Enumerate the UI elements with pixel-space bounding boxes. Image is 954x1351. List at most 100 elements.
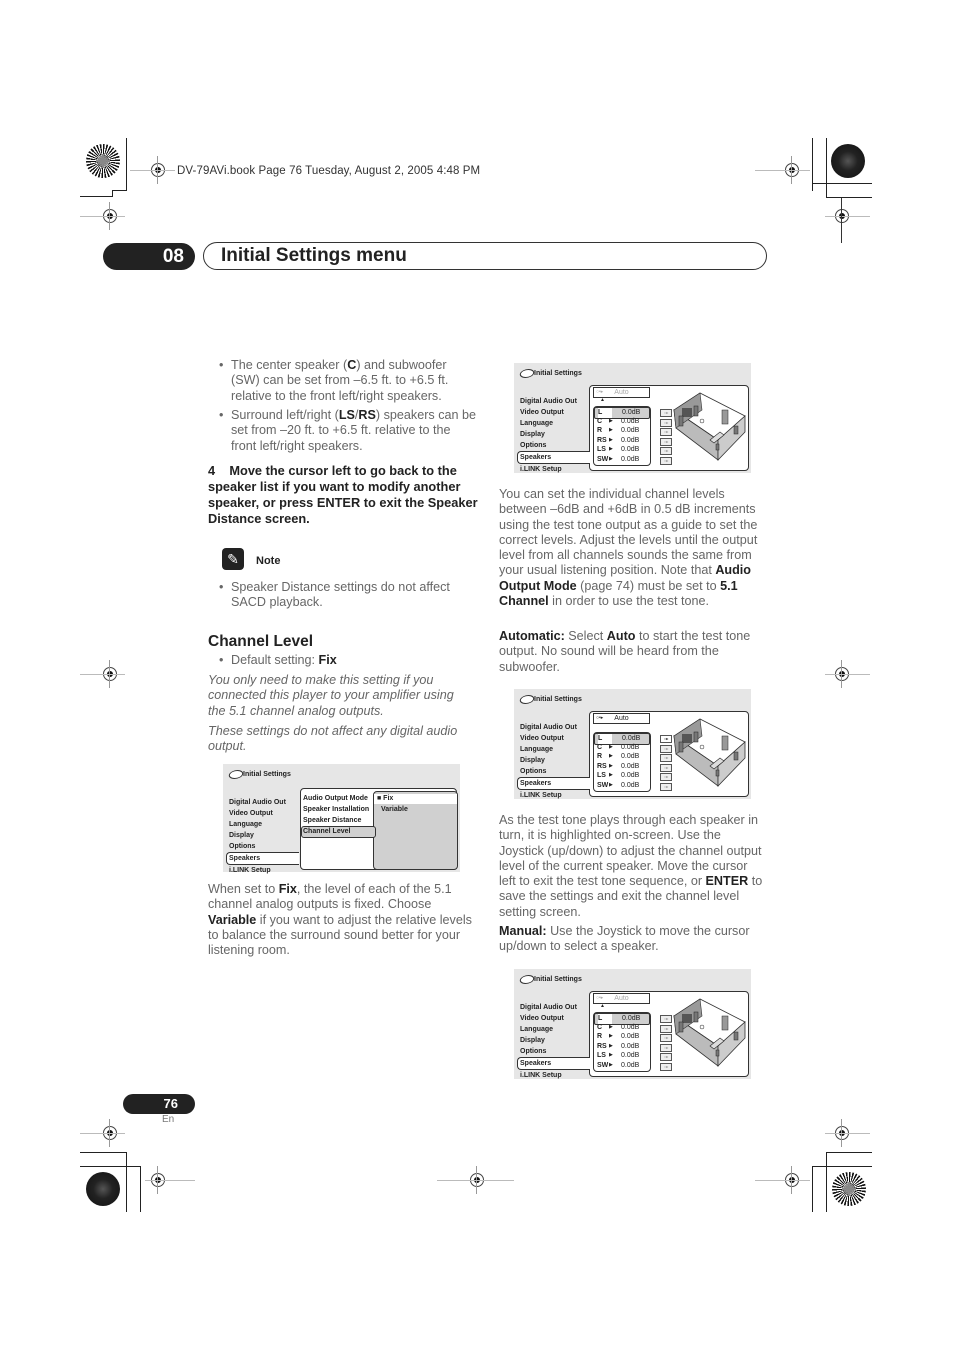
osd-menu-item[interactable]: Language — [520, 1024, 590, 1035]
speaker-icon: ▶ — [609, 417, 613, 424]
osd-submenu-item-selected[interactable]: Channel Level — [301, 826, 376, 838]
osd-channel-row[interactable]: SW ▶ 0.0dB — [594, 1061, 648, 1071]
osd-submenu-item[interactable]: Audio Output Mode — [303, 794, 368, 804]
osd-option-fix[interactable]: ■ Fix — [374, 794, 457, 804]
test-tone-indicator-icon: ○▸ — [660, 418, 672, 427]
osd-menu-item[interactable]: Digital Audio Out — [520, 1002, 590, 1013]
speaker-icon: ▶ — [609, 762, 613, 769]
osd-menu-item[interactable]: Language — [229, 819, 299, 830]
osd-menu-item-selected[interactable]: Speakers — [517, 1057, 590, 1070]
osd-menu-item[interactable]: Video Output — [520, 1013, 590, 1024]
osd-submenu-item[interactable]: Speaker Installation — [303, 805, 369, 815]
osd-channel-row[interactable]: RS ▶ 0.0dB — [594, 762, 648, 772]
speaker-icon — [733, 425, 739, 435]
channel-level-value: 0.0dB — [621, 436, 640, 444]
pencil-icon: ✎ — [222, 548, 244, 570]
channel-name: R — [597, 753, 603, 760]
osd-option-variable[interactable]: Variable — [381, 805, 408, 815]
osd-channel-row[interactable]: RS ▶ 0.0dB — [594, 436, 648, 446]
osd-channel-row[interactable]: LS ▶ 0.0dB — [594, 771, 648, 781]
osd-channel-row[interactable]: LS ▶ 0.0dB — [594, 445, 648, 455]
osd-submenu-item[interactable]: Speaker Distance — [303, 816, 361, 826]
osd-menu-item[interactable]: i.LINK Setup — [229, 865, 299, 876]
osd-menu-item[interactable]: Digital Audio Out — [229, 797, 299, 808]
tv-icon — [682, 734, 692, 743]
osd-menu-item[interactable]: Language — [520, 418, 590, 429]
osd-title: Initial Settings — [534, 696, 582, 703]
osd-channel-row[interactable]: C ▶ 0.0dB — [594, 743, 648, 753]
speaker-icon — [678, 415, 684, 427]
osd-menu-item[interactable]: Display — [520, 429, 590, 440]
osd-channel-row[interactable]: C ▶ 0.0dB — [594, 1023, 648, 1033]
osd-channel-row[interactable]: SW ▶ 0.0dB — [594, 455, 648, 465]
osd-menu-item[interactable]: Video Output — [520, 407, 590, 418]
registration-starburst-icon — [832, 1172, 866, 1206]
osd-channel-row[interactable]: LS ▶ 0.0dB — [594, 1051, 648, 1061]
osd-title: Initial Settings — [243, 771, 291, 778]
osd-menu-item[interactable]: Digital Audio Out — [520, 396, 590, 407]
osd-channel-row[interactable]: SW ▶ 0.0dB — [594, 781, 648, 791]
channel-level-value: 0.0dB — [621, 753, 640, 760]
default-setting: • Default setting: Fix — [219, 653, 337, 667]
osd-channel-row[interactable]: R ▶ 0.0dB — [594, 1032, 648, 1042]
osd-menu-item-selected[interactable]: Speakers — [517, 451, 590, 464]
speaker-icon — [693, 1011, 699, 1023]
osd-menu-item-selected[interactable]: Speakers — [226, 852, 299, 865]
channel-name: RS — [597, 1042, 607, 1050]
osd-menu-item[interactable]: Display — [229, 830, 299, 841]
bullet-dot: • — [219, 580, 224, 594]
room-illustration-icon — [673, 392, 746, 461]
osd-menu-item[interactable]: Language — [520, 744, 590, 755]
speaker-icon — [678, 1021, 684, 1033]
osd-menu-item[interactable]: i.LINK Setup — [520, 790, 590, 801]
osd-title: Initial Settings — [534, 370, 582, 377]
bullet-dot: • — [219, 653, 224, 667]
osd-channel-row[interactable]: R ▶ 0.0dB — [594, 426, 648, 436]
osd-menu-item[interactable]: Display — [520, 755, 590, 766]
test-tone-indicator-icon: ○▸ — [660, 409, 672, 417]
test-tone-icon: ○•▸ — [596, 995, 604, 1001]
chapter-number-badge: 08 — [103, 243, 195, 270]
door-icon — [721, 409, 729, 425]
registration-starburst-icon — [86, 144, 120, 178]
osd-menu-item[interactable]: Options — [229, 841, 299, 852]
italic-note-1: You only need to make this setting if yo… — [208, 673, 454, 718]
channel-level-value: 0.0dB — [621, 1033, 640, 1040]
test-tone-icon: ○•▸ — [596, 715, 604, 721]
up-arrow-icon: ▲ — [600, 397, 605, 403]
osd-menu: Digital Audio Out Video Output Language … — [226, 797, 299, 876]
channel-name: SW — [597, 455, 609, 463]
osd-menu-item[interactable]: Options — [520, 1046, 590, 1057]
osd-channel-row[interactable]: R ▶ 0.0dB — [594, 752, 648, 762]
note-text: • Speaker Distance settings do not affec… — [219, 580, 450, 610]
channel-name: C — [597, 743, 603, 751]
osd-menu-item[interactable]: Options — [520, 766, 590, 777]
fix-variable-description: When set to Fix, the level of each of th… — [208, 882, 472, 958]
bullet-dot: • — [219, 358, 224, 372]
osd-menu-item[interactable]: i.LINK Setup — [520, 1070, 590, 1081]
door-icon — [721, 1015, 729, 1031]
osd-menu-item[interactable]: i.LINK Setup — [520, 464, 590, 475]
osd-menu-item[interactable]: Digital Audio Out — [520, 722, 590, 733]
channel-level-description: You can set the individual channel level… — [499, 487, 758, 609]
channel-name: C — [597, 1023, 603, 1031]
osd-screen-speaker-levels-1: Initial Settings Digital Audio Out Video O… — [514, 363, 751, 473]
channel-level-value: 0.0dB — [621, 1042, 640, 1050]
speaker-icon: ▶ — [609, 772, 613, 778]
speaker-icon — [693, 405, 699, 417]
channel-name: R — [597, 427, 603, 434]
channel-level-value: 0.0dB — [621, 743, 640, 751]
osd-menu-item[interactable]: Display — [520, 1035, 590, 1046]
osd-menu-item[interactable]: Video Output — [229, 808, 299, 819]
speaker-icon: ▶ — [609, 1061, 613, 1068]
osd-menu-item-selected[interactable]: Speakers — [517, 777, 590, 790]
speaker-icon: ▶ — [609, 436, 613, 443]
channel-level-value: 0.0dB — [621, 455, 640, 463]
osd-menu-item[interactable]: Options — [520, 440, 590, 451]
channel-level-value: 0.0dB — [621, 781, 640, 789]
osd-channel-row[interactable]: C ▶ 0.0dB — [594, 417, 648, 427]
osd-channel-row[interactable]: RS ▶ 0.0dB — [594, 1042, 648, 1052]
osd-menu-item[interactable]: Video Output — [520, 733, 590, 744]
bullet-center-subwoofer: • The center speaker (C) and subwoofer (… — [219, 358, 449, 403]
osd-auto-button[interactable]: ○•▸ Auto — [593, 713, 650, 724]
